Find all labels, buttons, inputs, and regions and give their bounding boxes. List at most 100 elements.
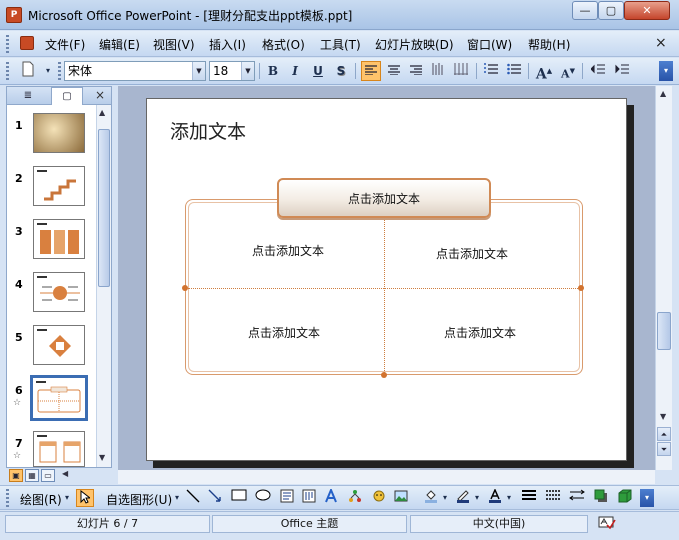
slide-sorter-view-icon[interactable]: ▦	[25, 469, 39, 482]
arrow-style-icon[interactable]	[568, 489, 586, 507]
previous-slide-icon[interactable]: ⏶	[657, 427, 671, 441]
oval-tool-icon[interactable]	[254, 489, 272, 507]
align-left-icon[interactable]	[361, 61, 381, 81]
slides-pane-scroll-thumb[interactable]	[98, 129, 110, 287]
toolbar-options-chevron-icon[interactable]: ▾	[38, 61, 58, 81]
slide-thumbnail-5[interactable]	[33, 325, 85, 365]
toolbar-overflow-chevron-icon[interactable]: ▾	[659, 61, 673, 81]
slide-thumbnail-2[interactable]	[33, 166, 85, 206]
diagram-icon[interactable]	[346, 489, 364, 507]
maximize-button[interactable]: ▢	[598, 1, 624, 20]
wordart-icon[interactable]	[322, 487, 340, 507]
toolbar-grip[interactable]	[6, 62, 9, 80]
header-banner[interactable]: 点击添加文本	[277, 178, 491, 218]
slide-vertical-scrollbar[interactable]: ▲ ▼ ⏶ ⏷	[655, 86, 672, 470]
slide-thumbnail-4[interactable]	[33, 272, 85, 312]
outline-tab[interactable]: ≣	[9, 87, 47, 105]
underline-button[interactable]: U	[308, 61, 328, 81]
increase-indent-icon[interactable]	[612, 61, 632, 81]
decrease-font-size-button[interactable]: A▼	[558, 61, 578, 81]
slide-thumbnail-1[interactable]	[33, 113, 85, 153]
design-theme-name[interactable]: Office 主题	[212, 515, 407, 533]
chevron-down-icon[interactable]: ▼	[241, 62, 254, 80]
menu-format[interactable]: 格式(O)	[262, 36, 305, 53]
numbered-list-icon[interactable]	[481, 61, 501, 81]
menu-window[interactable]: 窗口(W)	[467, 36, 512, 53]
menu-insert[interactable]: 插入(I)	[209, 36, 246, 53]
text-shadow-button[interactable]: S	[331, 61, 351, 81]
slideshow-view-icon[interactable]: ▭	[41, 469, 55, 482]
quadrant-top-right-text[interactable]: 点击添加文本	[436, 245, 508, 262]
3d-style-icon[interactable]	[616, 489, 634, 507]
font-name-combo[interactable]: 宋体 ▼	[64, 61, 206, 81]
font-color-icon[interactable]	[486, 488, 504, 507]
autoshapes-menu-button[interactable]: 自选图形(U)	[106, 491, 172, 508]
menu-grip[interactable]	[6, 35, 9, 53]
normal-view-icon[interactable]: ▣	[9, 469, 23, 482]
line-tool-icon[interactable]	[184, 489, 202, 507]
next-slide-icon[interactable]: ⏷	[657, 442, 671, 456]
italic-button[interactable]: I	[285, 61, 305, 81]
menu-help[interactable]: 帮助(H)	[528, 36, 570, 53]
horizontal-scrollbar[interactable]	[118, 470, 655, 484]
slide-thumbnail-7[interactable]	[33, 431, 85, 467]
new-document-icon[interactable]	[18, 61, 38, 81]
font-toolbar-grip[interactable]	[58, 62, 61, 80]
document-icon[interactable]	[20, 36, 34, 50]
align-center-icon[interactable]	[384, 61, 404, 81]
chevron-down-icon[interactable]: ▾	[172, 489, 182, 507]
chevron-down-icon[interactable]: ▾	[440, 489, 450, 507]
menu-view[interactable]: 视图(V)	[153, 36, 195, 53]
menu-file[interactable]: 文件(F)	[45, 36, 85, 53]
drawbar-grip[interactable]	[6, 489, 9, 507]
bold-button[interactable]: B	[263, 61, 283, 81]
powerpoint-app-icon[interactable]: P	[6, 7, 22, 23]
clip-art-icon[interactable]	[370, 489, 388, 507]
rectangle-tool-icon[interactable]	[230, 489, 248, 507]
minimize-button[interactable]: —	[572, 1, 598, 20]
vertical-text-box-icon[interactable]	[300, 489, 318, 507]
chevron-down-icon[interactable]: ▼	[192, 62, 205, 80]
select-objects-icon[interactable]	[76, 489, 94, 507]
decrease-indent-icon[interactable]	[588, 61, 608, 81]
close-pane-button[interactable]: ×	[95, 88, 105, 102]
font-size-combo[interactable]: 18 ▼	[209, 61, 255, 81]
insert-picture-icon[interactable]	[392, 489, 410, 507]
close-window-button[interactable]: ✕	[624, 1, 670, 20]
distribute-vertical-icon[interactable]	[428, 61, 448, 81]
slides-pane-scrollbar[interactable]: ▲ ▼	[96, 105, 111, 467]
distribute-columns-icon[interactable]	[451, 61, 471, 81]
scroll-up-arrow-icon[interactable]: ▲	[99, 108, 105, 117]
quadrant-bottom-right-text[interactable]: 点击添加文本	[444, 324, 516, 341]
align-right-icon[interactable]	[406, 61, 426, 81]
line-style-icon[interactable]	[520, 489, 538, 507]
slides-tab[interactable]: ▢	[51, 87, 83, 105]
chevron-down-icon[interactable]: ▾	[504, 489, 514, 507]
arrow-tool-icon[interactable]	[206, 489, 224, 507]
menu-tools[interactable]: 工具(T)	[320, 36, 361, 53]
chevron-down-icon[interactable]: ▾	[62, 489, 72, 507]
dash-style-icon[interactable]	[544, 489, 562, 507]
line-color-icon[interactable]	[454, 489, 472, 507]
menu-slideshow[interactable]: 幻灯片放映(D)	[375, 36, 454, 53]
fill-color-icon[interactable]	[422, 489, 440, 507]
menu-edit[interactable]: 编辑(E)	[99, 36, 140, 53]
quadrant-frame[interactable]: 点击添加文本 点击添加文本 点击添加文本 点击添加文本	[182, 199, 584, 378]
scroll-up-arrow-icon[interactable]: ▲	[660, 89, 666, 98]
spelling-check-icon[interactable]	[598, 516, 616, 533]
chevron-down-icon[interactable]: ▾	[472, 489, 482, 507]
drawbar-overflow-chevron-icon[interactable]: ▾	[640, 489, 654, 507]
bullet-list-icon[interactable]	[504, 61, 524, 81]
scroll-down-arrow-icon[interactable]: ▼	[660, 412, 666, 421]
document-close-button[interactable]: ×	[655, 35, 667, 51]
text-box-icon[interactable]	[278, 489, 296, 507]
shadow-style-icon[interactable]	[592, 489, 610, 507]
slide-canvas[interactable]: 添加文本 点击添加文本 点击添加文本 点击添加文本 点击添加文本 点击添加文本	[146, 98, 627, 461]
slide-thumbnail-6[interactable]	[30, 375, 88, 421]
quadrant-bottom-left-text[interactable]: 点击添加文本	[248, 324, 320, 341]
quadrant-top-left-text[interactable]: 点击添加文本	[252, 242, 324, 259]
slide-scroll-thumb[interactable]	[657, 312, 671, 350]
scroll-down-arrow-icon[interactable]: ▼	[99, 453, 105, 462]
draw-menu-button[interactable]: 绘图(R)	[20, 491, 62, 508]
increase-font-size-button[interactable]: A▲	[534, 61, 554, 83]
